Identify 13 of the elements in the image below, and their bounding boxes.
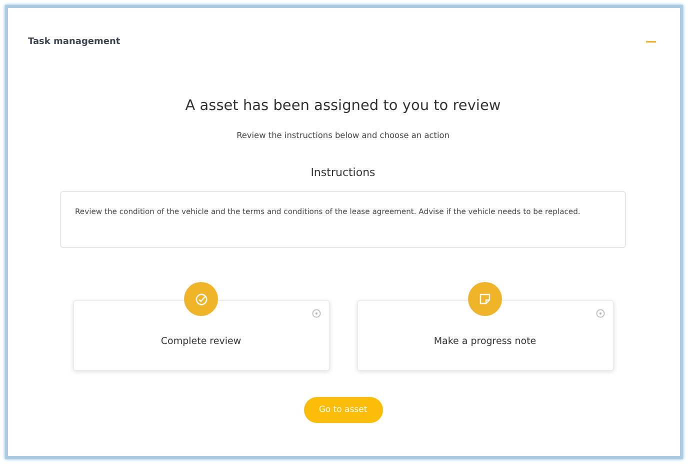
minus-icon	[646, 41, 656, 43]
help-icon[interactable]	[596, 309, 604, 318]
heading: A asset has been assigned to you to review	[185, 98, 501, 114]
note-icon	[479, 293, 491, 305]
action-card[interactable]: Complete review	[72, 300, 330, 371]
action-card[interactable]: Make a progress note	[356, 300, 614, 371]
panel-title: Task management	[28, 37, 120, 47]
action-label: Make a progress note	[434, 336, 536, 347]
instructions-title: Instructions	[310, 166, 376, 179]
check-circle-icon	[194, 292, 208, 306]
action-label: Complete review	[160, 336, 242, 347]
subheading: Review the instructions below and choose an action	[236, 130, 450, 140]
help-icon[interactable]	[312, 309, 320, 318]
